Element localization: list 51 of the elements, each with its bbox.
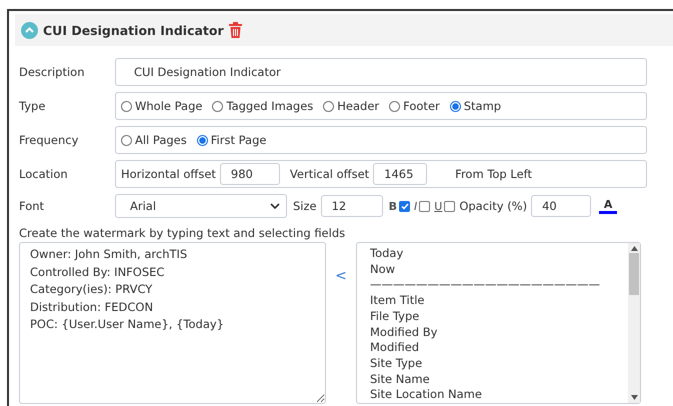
size-input[interactable]: 12 <box>320 195 383 217</box>
type-radio-option[interactable]: Header <box>323 99 380 113</box>
field-list-item[interactable]: Item Title <box>370 293 628 309</box>
horizontal-offset-input[interactable]: 980 <box>220 163 280 185</box>
field-list-item[interactable]: Site Name <box>370 372 628 388</box>
underline-checkbox[interactable] <box>444 200 456 212</box>
watermark-text-area[interactable]: Owner: John Smith, archTIS Controlled By: INFOSEC Category(ies): PRVCY Distribution: FEDCON POC: {User.User Name}, {Today} <box>19 242 326 404</box>
scroll-down-arrow-icon[interactable] <box>630 395 638 400</box>
type-radio-option[interactable]: Tagged Images <box>212 99 314 113</box>
trash-icon[interactable] <box>228 22 242 38</box>
type-radio-option[interactable]: Footer <box>389 99 440 113</box>
opacity-input[interactable]: 40 <box>531 195 592 217</box>
field-label: Font <box>19 199 46 213</box>
opacity-label: Opacity (%) <box>459 199 528 213</box>
field-list-item[interactable]: Site Type <box>370 356 628 372</box>
field-list-item[interactable]: Modified <box>370 340 628 356</box>
scrollbar[interactable] <box>628 243 640 403</box>
section-title: CUI Designation Indicator <box>43 22 224 38</box>
font-select[interactable]: Arial <box>115 194 287 218</box>
chevron-down-icon <box>270 203 280 209</box>
field-label: Type <box>19 99 46 113</box>
field-list-item[interactable]: ———————————————————— <box>370 277 628 294</box>
type-radio-option[interactable]: Whole Page <box>121 99 202 113</box>
font-color-button[interactable]: A <box>599 198 618 214</box>
description-input[interactable]: CUI Designation Indicator <box>115 58 647 86</box>
field-list-item[interactable]: File Type <box>370 308 628 325</box>
field-label: Description <box>19 65 86 79</box>
vertical-offset-label: Vertical offset <box>290 167 370 181</box>
italic-label: I <box>414 200 418 212</box>
horizontal-offset-label: Horizontal offset <box>121 167 216 181</box>
scroll-up-arrow-icon[interactable] <box>630 246 638 251</box>
vertical-offset-input[interactable]: 1465 <box>373 163 428 185</box>
field-label: Frequency <box>19 133 80 147</box>
size-label: Size <box>293 199 317 213</box>
collapse-toggle-icon[interactable] <box>21 22 38 38</box>
frequency-radio-option[interactable]: First Page <box>196 133 266 147</box>
instructions-text: Create the watermark by typing text and selecting fields <box>19 226 346 240</box>
origin-label: From Top Left <box>455 167 532 181</box>
field-list-item[interactable]: Now <box>370 262 628 278</box>
italic-checkbox[interactable] <box>419 200 430 212</box>
field-label: Location <box>19 167 69 181</box>
field-list-item[interactable]: Site Location Name <box>370 387 628 404</box>
type-radio-option[interactable]: Stamp <box>450 99 502 113</box>
scrollbar-thumb[interactable] <box>629 253 639 295</box>
underline-label: U <box>434 200 442 212</box>
insert-field-button[interactable]: < <box>326 268 356 284</box>
bold-checkbox[interactable] <box>399 200 410 212</box>
field-list-item[interactable]: Today <box>370 246 628 262</box>
frequency-radio-option[interactable]: All Pages <box>121 133 187 147</box>
field-list-item[interactable]: Modified By <box>370 324 628 340</box>
bold-label: B <box>388 200 397 212</box>
